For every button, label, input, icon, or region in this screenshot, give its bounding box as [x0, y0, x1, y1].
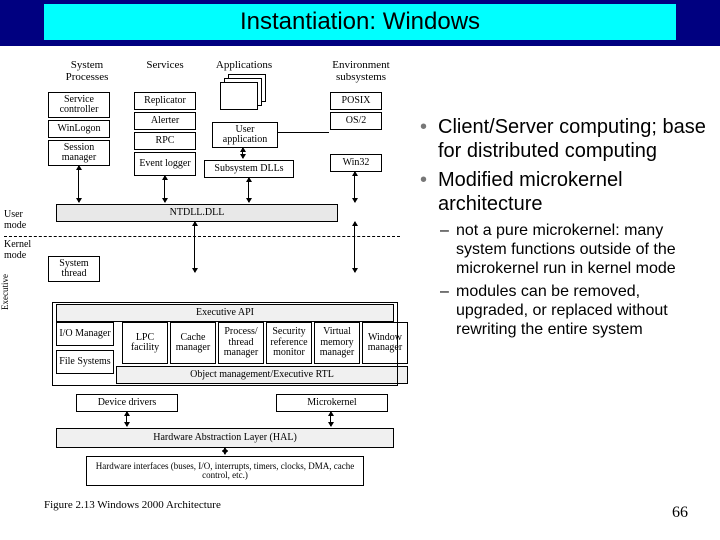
box-session-manager: Session manager	[48, 140, 110, 166]
arrow-icon	[354, 222, 355, 272]
box-event-logger: Event logger	[134, 152, 196, 176]
slide-title: Instantiation: Windows	[44, 4, 676, 40]
slide: Instantiation: Windows Client/Server com…	[0, 0, 720, 540]
box-file-systems: File Systems	[56, 350, 114, 374]
arrow-icon	[242, 148, 243, 158]
box-window-manager: Window manager	[362, 322, 408, 364]
mode-divider-dashed	[4, 236, 400, 237]
arrow-icon	[164, 176, 165, 202]
applications-stack-icon	[220, 74, 268, 108]
box-hal: Hardware Abstraction Layer (HAL)	[56, 428, 394, 448]
box-posix: POSIX	[330, 92, 382, 110]
arrow-icon	[78, 166, 79, 202]
box-alerter: Alerter	[134, 112, 196, 130]
label-kernel-mode: Kernel mode	[4, 240, 38, 261]
bullet-2: Modified microkernel architecture	[418, 169, 714, 216]
bullet-2b: modules can be removed, upgraded, or rep…	[418, 283, 714, 340]
arrow-icon	[330, 412, 331, 426]
bullet-1: Client/Server computing; base for distri…	[418, 116, 714, 163]
figure-caption: Figure 2.13 Windows 2000 Architecture	[44, 500, 364, 512]
arrow-icon	[224, 448, 225, 454]
box-cache-manager: Cache manager	[170, 322, 216, 364]
box-io-manager: I/O Manager	[56, 322, 114, 346]
col-header: Environment subsystems	[326, 60, 396, 83]
label-windows-executive: Windows 2000 Executive	[0, 262, 11, 322]
box-virtual-memory-manager: Virtual memory manager	[314, 322, 360, 364]
label-user-mode: User mode	[4, 210, 38, 231]
connector-line	[277, 132, 329, 133]
page-number: 66	[672, 504, 688, 522]
bullet-list: Client/Server computing; base for distri…	[418, 116, 714, 344]
box-object-management: Object management/Executive RTL	[116, 366, 408, 384]
arrow-icon	[194, 222, 195, 272]
arrow-icon	[248, 178, 249, 202]
box-win32: Win32	[330, 154, 382, 172]
box-ntdll: NTDLL.DLL	[56, 204, 338, 222]
box-service-controller: Service controller	[48, 92, 110, 118]
title-bar: Instantiation: Windows	[0, 0, 720, 46]
box-microkernel: Microkernel	[276, 394, 388, 412]
box-winlogon: WinLogon	[48, 120, 110, 138]
box-executive-api: Executive API	[56, 304, 394, 322]
box-security-ref-monitor: Security reference monitor	[266, 322, 312, 364]
box-os2: OS/2	[330, 112, 382, 130]
col-header: Applications	[210, 60, 278, 72]
box-process-thread-manager: Process/ thread manager	[218, 322, 264, 364]
bullet-2a: not a pure microkernel: many system func…	[418, 222, 714, 279]
box-system-thread: System thread	[48, 256, 100, 282]
col-header: System Processes	[52, 60, 122, 83]
box-user-application: User application	[212, 122, 278, 148]
arrow-icon	[126, 412, 127, 426]
arrow-icon	[354, 172, 355, 202]
box-rpc: RPC	[134, 132, 196, 150]
col-header: Services	[140, 60, 190, 72]
box-device-drivers: Device drivers	[76, 394, 178, 412]
box-hardware-interfaces: Hardware interfaces (buses, I/O, interru…	[86, 456, 364, 486]
box-subsystem-dlls: Subsystem DLLs	[204, 160, 294, 178]
box-replicator: Replicator	[134, 92, 196, 110]
box-lpc-facility: LPC facility	[122, 322, 168, 364]
architecture-diagram: System Processes Services Applications E…	[4, 60, 402, 514]
